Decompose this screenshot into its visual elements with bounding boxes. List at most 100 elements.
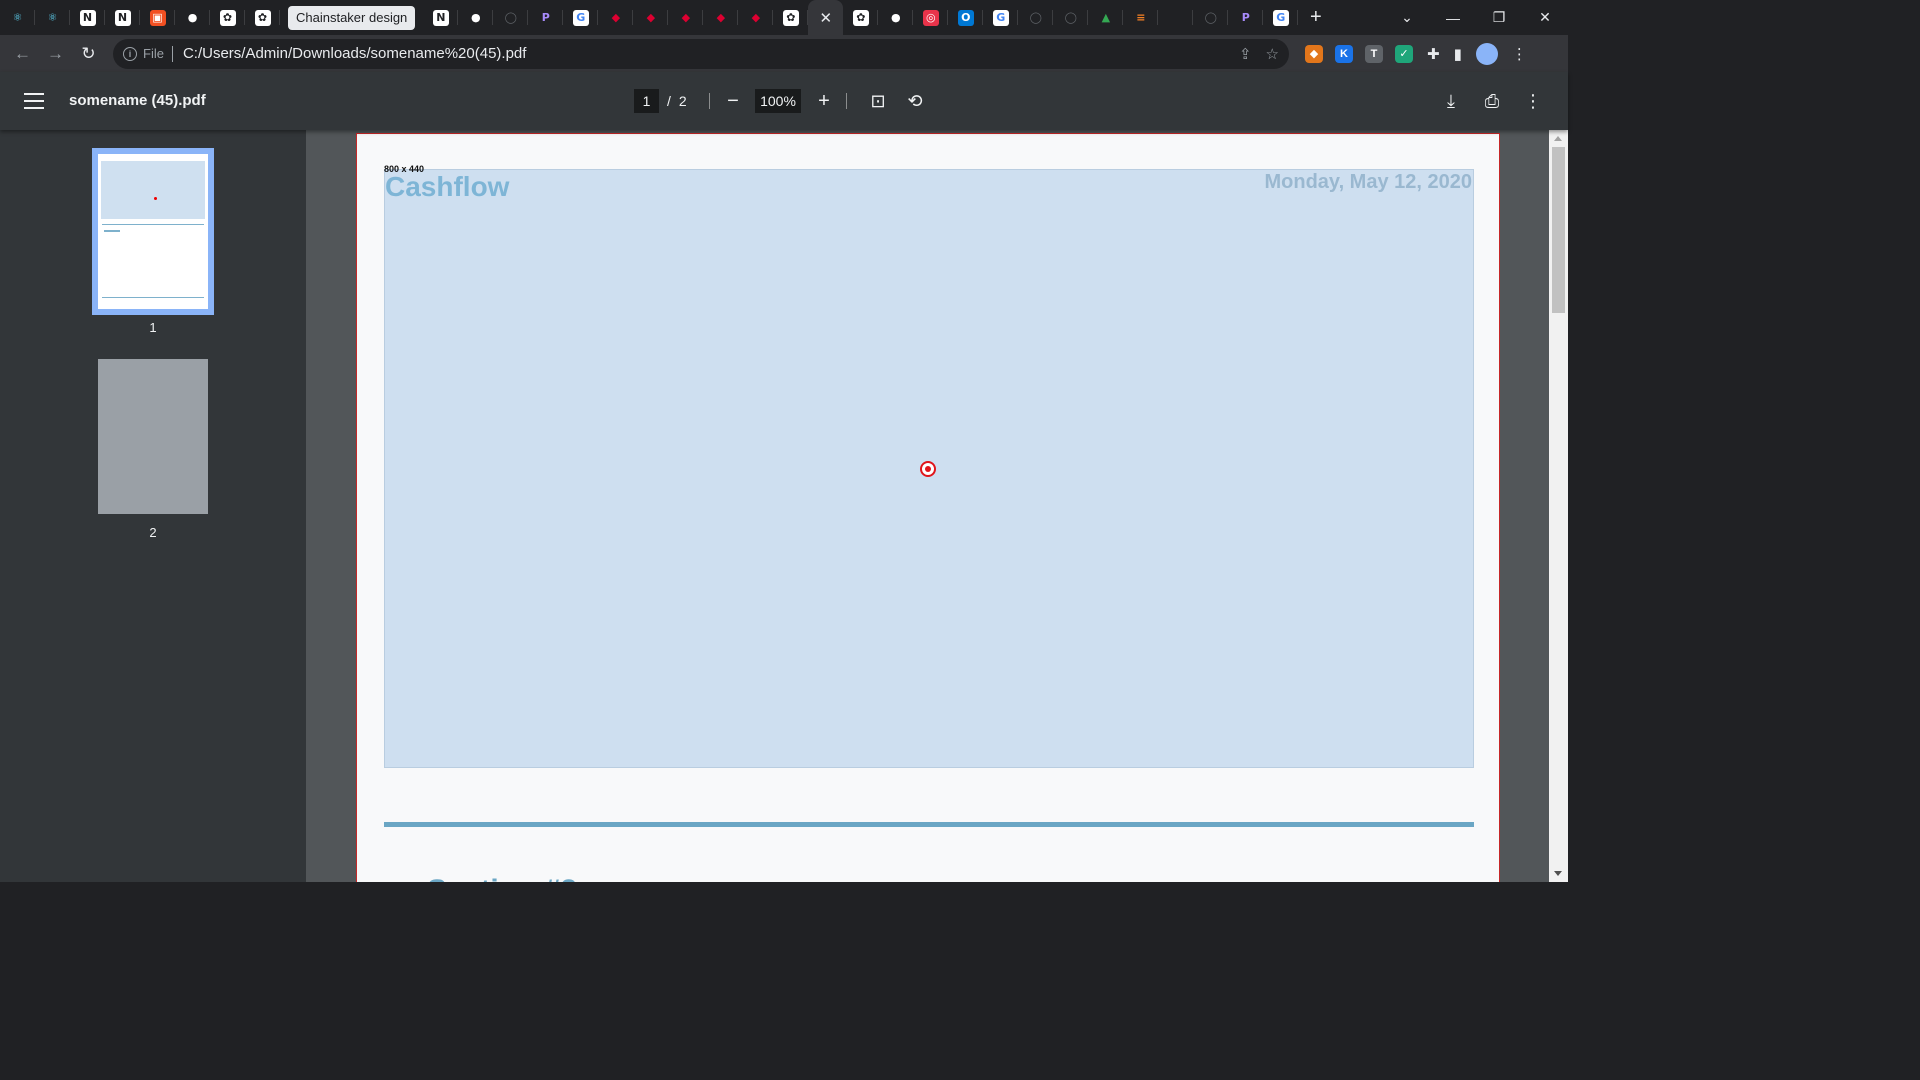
notion-icon: N: [114, 9, 131, 26]
tab-tooltip: Chainstaker design: [288, 5, 416, 30]
tab-separator: [1297, 10, 1299, 25]
tab[interactable]: ●: [175, 0, 210, 35]
tab-search-icon[interactable]: ⌄: [1384, 9, 1430, 26]
angular-icon: ◆: [611, 11, 621, 24]
tab[interactable]: ◆: [598, 0, 634, 35]
section-divider: [384, 822, 1474, 827]
bookmark-star-icon[interactable]: ☆: [1266, 45, 1279, 63]
tab[interactable]: ✿: [245, 0, 280, 35]
tab[interactable]: ⚛: [0, 0, 35, 35]
app-orange-icon: ▣: [149, 9, 166, 26]
reload-button[interactable]: ↻: [72, 37, 105, 70]
tab[interactable]: ◯: [1193, 0, 1229, 35]
green-extension-icon[interactable]: ✓: [1395, 44, 1413, 63]
tab[interactable]: ◎: [913, 0, 949, 35]
close-tab-icon[interactable]: ✕: [820, 9, 833, 27]
tab[interactable]: P: [1228, 0, 1264, 35]
active-tab[interactable]: ✕: [808, 0, 844, 35]
page-number-input[interactable]: 1: [634, 89, 659, 113]
tab[interactable]: N: [105, 0, 140, 35]
thumbnail-sidebar: 1 2: [0, 130, 306, 882]
tab[interactable]: N: [70, 0, 105, 35]
page-thumbnail-2[interactable]: [98, 359, 208, 514]
new-tab-button[interactable]: +: [1298, 0, 1333, 35]
tab[interactable]: ◆: [668, 0, 704, 35]
url-text[interactable]: C:/Users/Admin/Downloads/somename%20(45)…: [183, 45, 1239, 62]
chart-date: Monday, May 12, 2020: [1264, 171, 1473, 193]
download-icon[interactable]: ⤓: [1438, 88, 1464, 114]
stackoverflow-icon: ≡: [1136, 11, 1146, 24]
tab[interactable]: P: [528, 0, 564, 35]
github-icon: ◯: [1064, 11, 1077, 24]
fit-page-icon[interactable]: ⊡: [865, 88, 891, 114]
tab[interactable]: ≡: [1123, 0, 1159, 35]
tab[interactable]: G: [563, 0, 599, 35]
tab[interactable]: ✿: [210, 0, 245, 35]
chrome-menu-icon[interactable]: ⋮: [1512, 45, 1527, 63]
tab[interactable]: ◆: [703, 0, 739, 35]
openai-icon: ✿: [782, 9, 799, 26]
tab-separator: [279, 10, 280, 25]
tab[interactable]: ◯: [493, 0, 529, 35]
angular-icon: ◆: [681, 11, 691, 24]
tab[interactable]: ▲: [1088, 0, 1124, 35]
k-extension-icon[interactable]: K: [1335, 44, 1353, 63]
react-icon: ⚛: [47, 11, 58, 24]
close-window-button[interactable]: ✕: [1522, 9, 1568, 26]
t-extension-icon[interactable]: T: [1365, 44, 1383, 63]
extensions-area: ◆ K T ✓: [1305, 44, 1413, 63]
tab[interactable]: ◯: [1053, 0, 1089, 35]
puzzle-icon[interactable]: ✚: [1427, 45, 1440, 63]
globe-icon: ●: [890, 11, 901, 24]
tab[interactable]: G: [1263, 0, 1299, 35]
site-info[interactable]: i File: [123, 46, 164, 61]
scroll-up-arrow[interactable]: [1554, 136, 1562, 141]
scroll-down-arrow[interactable]: [1554, 871, 1562, 876]
thumbnail-label: 2: [149, 525, 157, 540]
side-panel-icon[interactable]: ▮: [1454, 45, 1462, 63]
colorful-icon: ▲: [1101, 11, 1111, 24]
tab[interactable]: ◆: [633, 0, 669, 35]
metamask-icon[interactable]: ◆: [1305, 44, 1323, 63]
toolbar-divider: [709, 93, 710, 109]
zoom-input[interactable]: 100%: [755, 89, 801, 113]
tab[interactable]: [1158, 0, 1194, 35]
more-options-icon[interactable]: ⋮: [1520, 88, 1546, 114]
tab[interactable]: ●: [458, 0, 494, 35]
zoom-in-button[interactable]: +: [811, 88, 837, 114]
target-marker-icon: [920, 461, 936, 477]
page-thumbnail-1[interactable]: [92, 148, 214, 315]
tab[interactable]: ▣: [140, 0, 175, 35]
google-icon: G: [572, 9, 589, 26]
avatar[interactable]: [1475, 42, 1498, 65]
tab[interactable]: ✿: [773, 0, 809, 35]
tab[interactable]: ◯: [1018, 0, 1054, 35]
angular-icon: ◆: [751, 11, 761, 24]
restore-button[interactable]: ❐: [1476, 9, 1522, 26]
share-icon[interactable]: ⇪: [1239, 45, 1252, 63]
rotate-icon[interactable]: ⟲: [902, 88, 928, 114]
scroll-thumb[interactable]: [1552, 147, 1565, 313]
tab[interactable]: ●: [878, 0, 914, 35]
zoom-out-button[interactable]: −: [720, 88, 746, 114]
page-selector: 1 / 2: [634, 89, 687, 113]
tab[interactable]: ◆: [738, 0, 774, 35]
tab[interactable]: ✿: [843, 0, 879, 35]
chart-title: Cashflow: [385, 171, 510, 202]
pdf-viewer[interactable]: 800 x 440 Cashflow Monday, May 12, 2020 …: [306, 130, 1568, 882]
tab[interactable]: ⚛: [35, 0, 70, 35]
vertical-scrollbar[interactable]: [1549, 130, 1568, 882]
url-scheme: File: [143, 46, 164, 61]
forward-button[interactable]: →: [39, 37, 72, 70]
minimize-button[interactable]: —: [1430, 10, 1476, 26]
address-bar[interactable]: i File C:/Users/Admin/Downloads/somename…: [113, 38, 1289, 69]
tab[interactable]: G: [983, 0, 1019, 35]
tab[interactable]: N: [423, 0, 459, 35]
pdf-title: somename (45).pdf: [69, 92, 206, 109]
address-divider: [171, 45, 173, 62]
tab[interactable]: O: [948, 0, 984, 35]
back-button[interactable]: ←: [6, 37, 39, 70]
angular-icon: ◆: [646, 11, 656, 24]
print-icon[interactable]: ⎙: [1479, 88, 1505, 114]
menu-icon[interactable]: [24, 93, 44, 109]
